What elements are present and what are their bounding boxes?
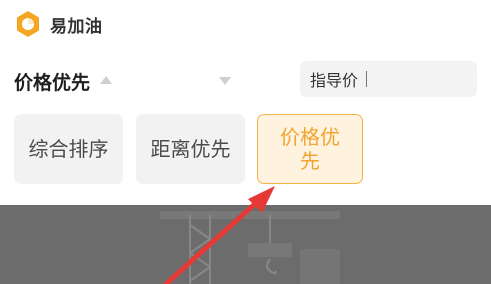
- background-overlay: [0, 205, 491, 284]
- chevron-up-icon[interactable]: [100, 76, 113, 84]
- sort-option-distance[interactable]: 距离优先: [136, 114, 245, 184]
- text-cursor-icon: [366, 71, 368, 87]
- sort-bar: 价格优先 指导价: [14, 61, 477, 97]
- sort-option-comprehensive[interactable]: 综合排序: [14, 114, 123, 184]
- price-filter-input[interactable]: 指导价: [300, 61, 477, 97]
- chevron-down-icon[interactable]: [219, 77, 231, 85]
- sort-title[interactable]: 价格优先: [14, 68, 90, 95]
- hexagon-logo-icon: [17, 11, 39, 37]
- sort-option-price[interactable]: 价格优先: [257, 114, 363, 184]
- brand-name: 易加油: [50, 16, 103, 37]
- crane-illustration-icon: [0, 205, 491, 284]
- sort-options: 综合排序 距离优先 价格优先: [14, 114, 477, 186]
- price-filter-label: 指导价: [310, 71, 359, 90]
- brand: 易加油: [14, 10, 103, 38]
